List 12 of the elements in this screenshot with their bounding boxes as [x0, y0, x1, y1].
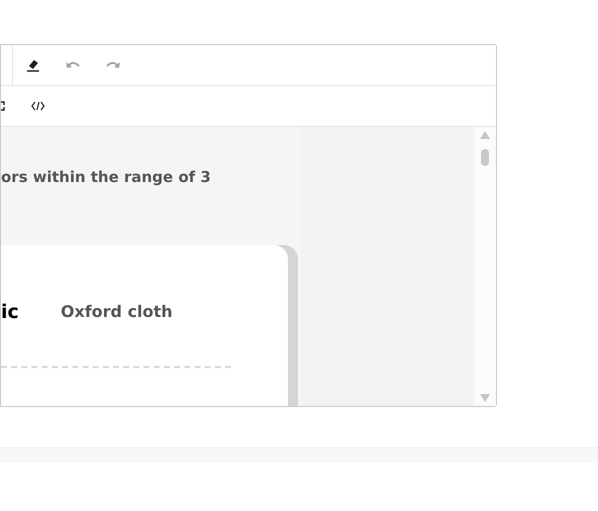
- undo-icon: [65, 59, 81, 71]
- scroll-down-icon[interactable]: [480, 394, 490, 402]
- scrollbar-thumb[interactable]: [481, 149, 489, 166]
- code-icon: [31, 101, 45, 111]
- card-label: ic: [1, 300, 19, 324]
- scrollbar[interactable]: [474, 127, 496, 406]
- eraser-icon: [26, 58, 40, 72]
- toolbar-icon: [1, 101, 5, 111]
- scroll-up-icon[interactable]: [480, 131, 490, 139]
- heading-text: ors within the range of 3: [1, 167, 212, 187]
- card-value: Oxford cloth: [60, 302, 173, 322]
- redo-icon: [105, 59, 121, 71]
